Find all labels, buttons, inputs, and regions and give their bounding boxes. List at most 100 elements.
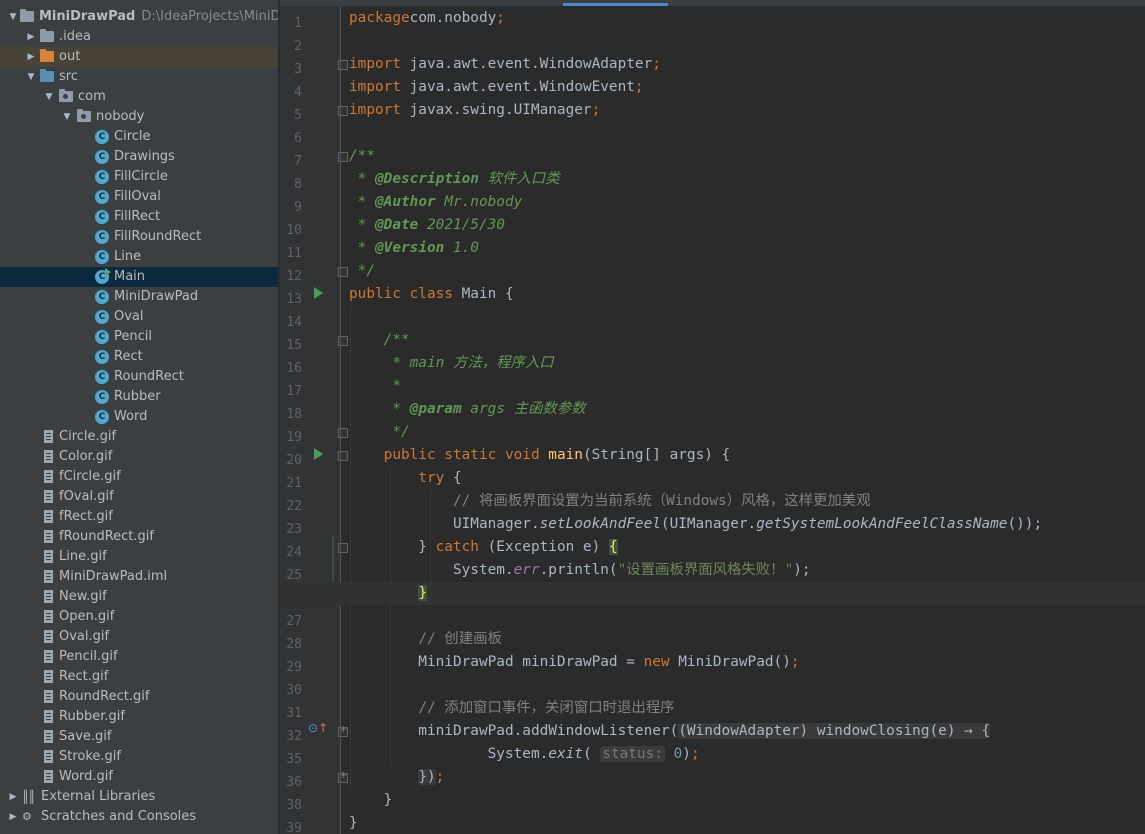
tree-item-com[interactable]: ▼ com [0, 87, 278, 107]
tree-item-rect[interactable]: C Rect [0, 347, 278, 367]
tree-item-frect-gif[interactable]: fRect.gif [0, 507, 278, 527]
code-token: System. [349, 746, 549, 762]
code-line[interactable]: UIManager.setLookAndFeel(UIManager.getSy… [280, 513, 1145, 536]
tree-item-main[interactable]: C Main [0, 267, 278, 287]
tree-item-scratches-and-consoles[interactable]: ▶ ⚙ Scratches and Consoles [0, 807, 278, 827]
code-line[interactable]: } catch (Exception e) { [280, 536, 1145, 559]
tree-item-pencil-gif[interactable]: Pencil.gif [0, 647, 278, 667]
code-line[interactable]: System.err.println("设置画板界面风格失败！"); [280, 559, 1145, 582]
tree-item-open-gif[interactable]: Open.gif [0, 607, 278, 627]
tree-item-filloval[interactable]: C FillOval [0, 187, 278, 207]
tree-item-fillrect[interactable]: C FillRect [0, 207, 278, 227]
tree-item-color-gif[interactable]: Color.gif [0, 447, 278, 467]
tree-item-line[interactable]: C Line [0, 247, 278, 267]
code-line[interactable]: import javax.swing.UIManager; [280, 99, 1145, 122]
tree-item-fillcircle[interactable]: C FillCircle [0, 167, 278, 187]
tree-item-minidrawpad[interactable]: ▼ MiniDrawPadD:\IdeaProjects\MiniDraw [0, 7, 278, 27]
code-line[interactable]: * @Description 软件入口类 [280, 168, 1145, 191]
collapse-arrow-icon[interactable]: ▶ [24, 30, 38, 44]
tree-item-word[interactable]: C Word [0, 407, 278, 427]
code-token: "设置画板界面风格失败！" [617, 562, 794, 578]
libraries-icon: ║║ [22, 790, 35, 804]
expand-arrow-icon[interactable]: ▼ [6, 10, 20, 24]
tree-item-fcircle-gif[interactable]: fCircle.gif [0, 467, 278, 487]
code-line[interactable]: }); [280, 766, 1145, 789]
tree-item-minidrawpad[interactable]: C MiniDrawPad [0, 287, 278, 307]
tree-item-word-gif[interactable]: Word.gif [0, 767, 278, 787]
tree-item-rubber[interactable]: C Rubber [0, 387, 278, 407]
code-token: { [608, 539, 618, 555]
code-line[interactable]: import java.awt.event.WindowEvent; [280, 76, 1145, 99]
code-line[interactable]: */ [280, 260, 1145, 283]
code-line[interactable]: public class Main { [280, 283, 1145, 306]
tree-item-circle[interactable]: C Circle [0, 127, 278, 147]
code-line[interactable] [280, 30, 1145, 53]
tree-item-minidrawpad-iml[interactable]: MiniDrawPad.iml [0, 567, 278, 587]
code-line[interactable]: import java.awt.event.WindowAdapter; [280, 53, 1145, 76]
tree-item-external-libraries[interactable]: ▶ ║║ External Libraries [0, 787, 278, 807]
code-line[interactable]: try { [280, 467, 1145, 490]
code-line[interactable]: packagecom.nobody; [280, 7, 1145, 30]
expand-arrow-icon[interactable]: ▼ [60, 110, 74, 124]
expand-arrow-icon[interactable]: ▼ [42, 90, 56, 104]
collapse-arrow-icon[interactable]: ▶ [6, 790, 20, 804]
code-line[interactable] [280, 306, 1145, 329]
tree-item-stroke-gif[interactable]: Stroke.gif [0, 747, 278, 767]
code-line[interactable]: // 将画板界面设置为当前系统（Windows）风格，这样更加美观 [280, 490, 1145, 513]
code-token: err [513, 562, 540, 578]
code-line[interactable]: /** [280, 329, 1145, 352]
code-line[interactable]: * @param args 主函数参数 [280, 398, 1145, 421]
tree-item-pencil[interactable]: C Pencil [0, 327, 278, 347]
tree-item-save-gif[interactable]: Save.gif [0, 727, 278, 747]
code-line[interactable]: } [280, 582, 1145, 605]
code-token: * [349, 171, 375, 187]
tree-item-drawings[interactable]: C Drawings [0, 147, 278, 167]
tree-item-roundrect-gif[interactable]: RoundRect.gif [0, 687, 278, 707]
code-editor[interactable]: 1 2 3 4 5 6 7 8 9 10 11 12 13 14 15 16 17 18 19 20 21 22 23 24 2… [280, 0, 1145, 834]
tree-item-nobody[interactable]: ▼ nobody [0, 107, 278, 127]
code-line[interactable] [280, 605, 1145, 628]
code-line[interactable]: } [280, 812, 1145, 834]
code-line[interactable]: * @Version 1.0 [280, 237, 1145, 260]
tree-item-out[interactable]: ▶ out [0, 47, 278, 67]
tree-item-froundrect-gif[interactable]: fRoundRect.gif [0, 527, 278, 547]
collapse-arrow-icon[interactable]: ▶ [6, 810, 20, 824]
code-line[interactable]: * main 方法，程序入口 [280, 352, 1145, 375]
tree-item-oval-gif[interactable]: Oval.gif [0, 627, 278, 647]
tree-item-foval-gif[interactable]: fOval.gif [0, 487, 278, 507]
code-line[interactable]: // 创建画板 [280, 628, 1145, 651]
code-line[interactable]: miniDrawPad.addWindowListener((WindowAda… [280, 720, 1145, 743]
code-line[interactable] [280, 674, 1145, 697]
code-line[interactable]: MiniDrawPad miniDrawPad = new MiniDrawPa… [280, 651, 1145, 674]
code-token: @param [409, 401, 462, 417]
tree-item-line-gif[interactable]: Line.gif [0, 547, 278, 567]
code-line[interactable]: } [280, 789, 1145, 812]
code-token: @Version [375, 240, 445, 256]
code-line[interactable]: System.exit( status: 0); [280, 743, 1145, 766]
code-token: miniDrawPad.addWindowListener( [349, 723, 679, 739]
code-line[interactable]: * @Author Mr.nobody [280, 191, 1145, 214]
code-token: 软件入口类 [478, 171, 560, 187]
tree-item-src[interactable]: ▼ src [0, 67, 278, 87]
tree-item-fillroundrect[interactable]: C FillRoundRect [0, 227, 278, 247]
tree-item-idea[interactable]: ▶ .idea [0, 27, 278, 47]
code-line[interactable]: // 添加窗口事件，关闭窗口时退出程序 [280, 697, 1145, 720]
tree-item-rubber-gif[interactable]: Rubber.gif [0, 707, 278, 727]
tree-item-oval[interactable]: C Oval [0, 307, 278, 327]
tree-item-new-gif[interactable]: New.gif [0, 587, 278, 607]
tree-item-label: MiniDrawPadD:\IdeaProjects\MiniDraw [39, 8, 278, 26]
tree-item-roundrect[interactable]: C RoundRect [0, 367, 278, 387]
code-line[interactable] [280, 122, 1145, 145]
code-line[interactable]: /** [280, 145, 1145, 168]
tree-item-label: Rubber [114, 389, 161, 404]
code-line[interactable]: * @Date 2021/5/30 [280, 214, 1145, 237]
code-line[interactable]: * [280, 375, 1145, 398]
code-line[interactable]: public static void main(String[] args) { [280, 444, 1145, 467]
collapse-arrow-icon[interactable]: ▶ [24, 50, 38, 64]
tree-item-rect-gif[interactable]: Rect.gif [0, 667, 278, 687]
code-line[interactable]: */ [280, 421, 1145, 444]
expand-arrow-icon[interactable]: ▼ [24, 70, 38, 84]
tree-item-circle-gif[interactable]: Circle.gif [0, 427, 278, 447]
